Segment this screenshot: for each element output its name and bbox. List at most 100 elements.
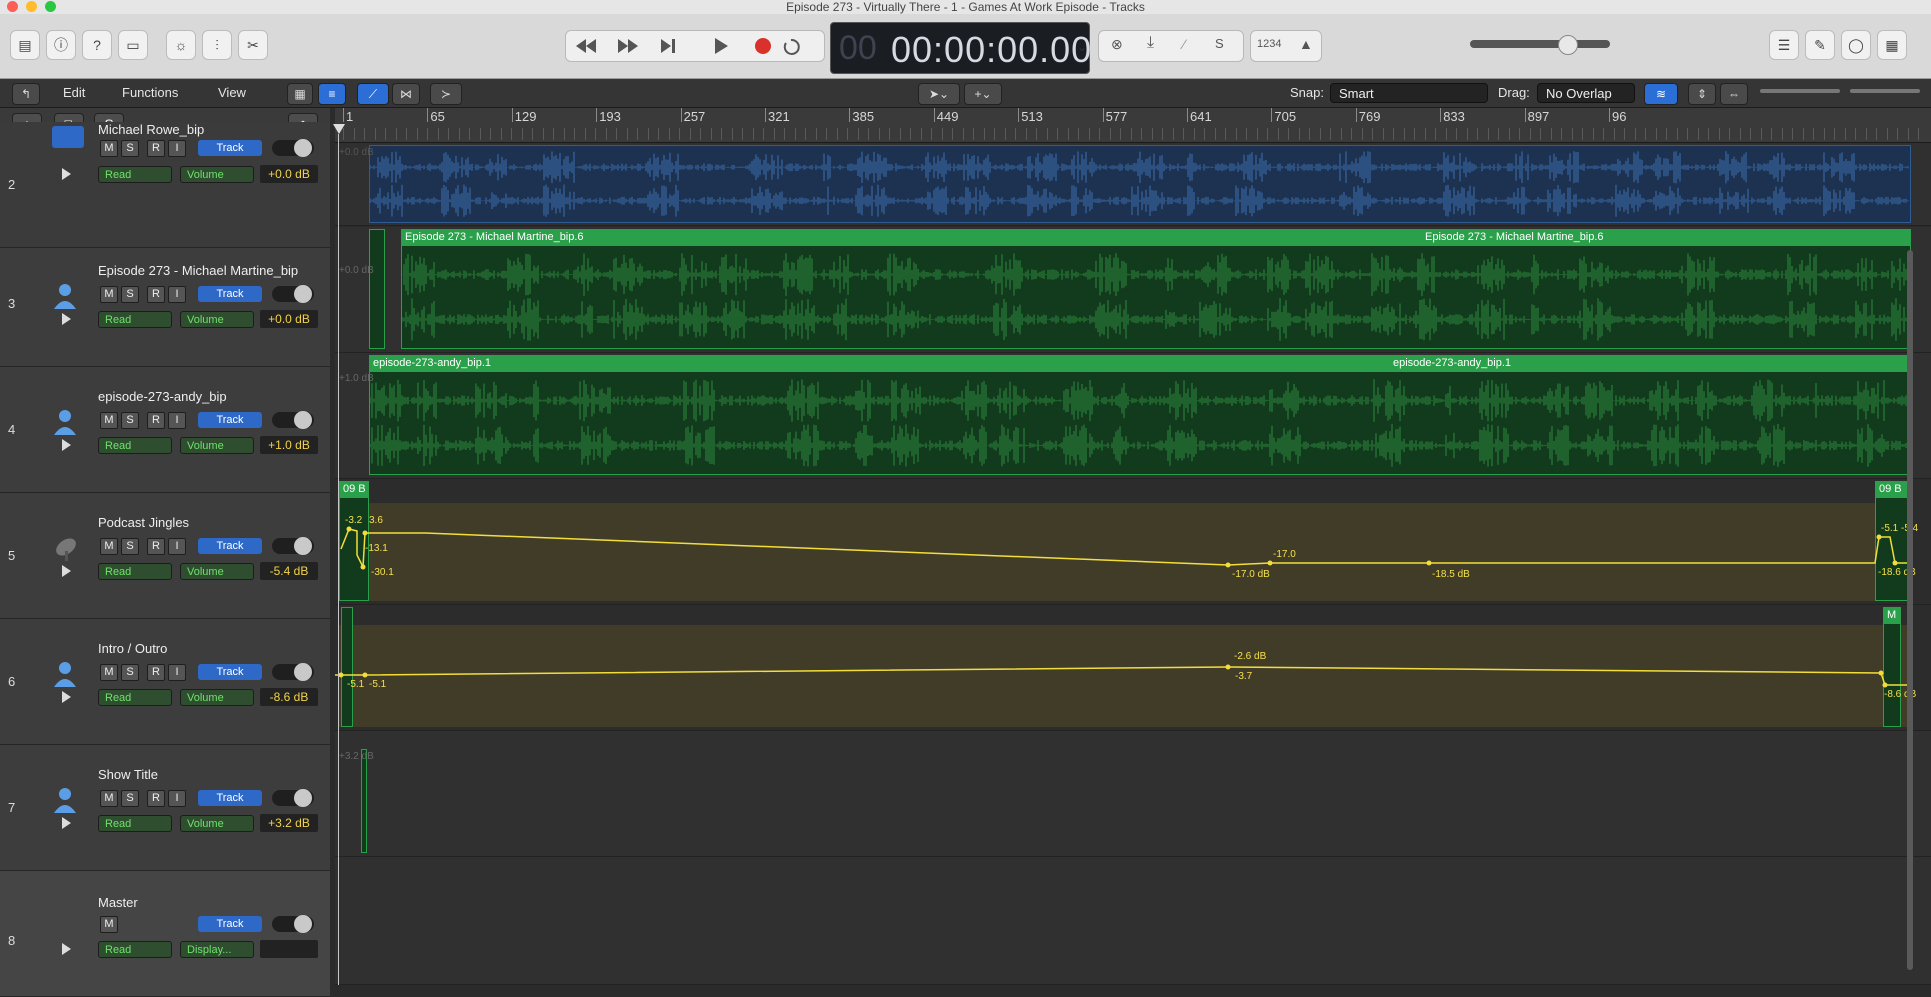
tracks-area[interactable]: +0.0 dB Episode 273 - Michael Martine_bi… (335, 143, 1931, 985)
lane-track-3[interactable]: Episode 273 - Michael Martine_bip.6 Epis… (335, 227, 1931, 353)
gain-value[interactable]: +1.0 dB (260, 436, 318, 454)
lane-master[interactable] (335, 857, 1931, 985)
browsers-button[interactable]: ▦ (1877, 30, 1907, 60)
track-name[interactable]: Intro / Outro (98, 641, 167, 656)
automation-mode-select[interactable]: Read (98, 815, 172, 832)
autopunch-icon[interactable]: ⤓ (1147, 34, 1154, 52)
play-icon[interactable] (62, 168, 71, 180)
automation-parameter-select[interactable]: Volume (180, 437, 254, 454)
inspector-button[interactable]: ⓘ (46, 30, 76, 60)
input-monitor-button[interactable]: I (168, 412, 186, 429)
gain-value[interactable] (260, 940, 318, 958)
track-name[interactable]: Master (98, 895, 138, 910)
lane-track-6[interactable]: M -5.1 -5.1 -2.6 dB -3.7 -8.6 dB (335, 605, 1931, 731)
note-pad-button[interactable]: ✎ (1805, 30, 1835, 60)
automation-parameter-select[interactable]: Volume (180, 166, 254, 183)
track-header-master[interactable]: 8 Master M Track Read Display... (0, 871, 330, 997)
track-header-5[interactable]: 5 Podcast Jingles M S R I Track Read Vol… (0, 493, 330, 619)
vertical-zoom-slider[interactable] (1760, 89, 1840, 93)
track-on-toggle[interactable] (272, 538, 314, 554)
functions-menu[interactable]: Functions (122, 85, 178, 100)
track-name[interactable]: Show Title (98, 767, 158, 782)
record-enable-button[interactable]: R (147, 664, 165, 681)
count-in-button[interactable]: 1234 (1257, 38, 1281, 50)
show-title-region[interactable] (361, 749, 367, 853)
go-to-end-button[interactable] (645, 30, 687, 60)
horizontal-fit-button[interactable]: ⇔ (1720, 83, 1748, 105)
automation-mode-select[interactable]: Read (98, 437, 172, 454)
mute-button[interactable]: M (100, 538, 118, 555)
automation-mode-select[interactable]: Read (98, 689, 172, 706)
back-button[interactable]: ↰ (12, 83, 40, 105)
lcd-mode-chevron-icon[interactable]: ⌄ (1077, 40, 1087, 54)
gain-value[interactable]: +3.2 dB (260, 814, 318, 832)
waveform-zoom-button[interactable]: ≋ (1644, 83, 1678, 105)
play-button[interactable] (695, 30, 737, 60)
play-icon[interactable] (62, 817, 71, 829)
loop-browser-button[interactable]: ◯ (1841, 30, 1871, 60)
track-on-toggle[interactable] (272, 916, 314, 932)
play-icon[interactable] (62, 439, 71, 451)
editors-button[interactable]: ✂ (238, 30, 268, 60)
record-button[interactable] (740, 30, 782, 60)
solo-button[interactable]: S (121, 664, 139, 681)
track-button[interactable]: Track (198, 916, 262, 932)
tuning-icon[interactable]: ⁄ (1183, 36, 1185, 52)
lane-track-7[interactable]: +3.2 dB (335, 731, 1931, 857)
record-enable-button[interactable]: R (147, 538, 165, 555)
play-icon[interactable] (62, 313, 71, 325)
track-on-toggle[interactable] (272, 664, 314, 680)
gain-value[interactable]: -5.4 dB (260, 562, 318, 580)
input-monitor-button[interactable]: I (168, 790, 186, 807)
solo-button[interactable]: S (121, 790, 139, 807)
gain-value[interactable]: +0.0 dB (260, 165, 318, 183)
track-on-toggle[interactable] (272, 790, 314, 806)
lane-track-4[interactable]: episode-273-andy_bip.1 episode-273-andy_… (335, 353, 1931, 479)
snap-select[interactable]: Smart (1330, 83, 1488, 103)
mute-button[interactable]: M (100, 790, 118, 807)
playhead-handle[interactable] (333, 124, 345, 134)
record-enable-button[interactable]: R (147, 790, 165, 807)
list-editors-button[interactable]: ☰ (1769, 30, 1799, 60)
track-header-6[interactable]: 6 Intro / Outro M S R I Track Read Volum… (0, 619, 330, 745)
track-name[interactable]: episode-273-andy_bip (98, 389, 227, 404)
solo-button[interactable]: S (121, 286, 139, 303)
volume-automation-line[interactable] (335, 479, 1931, 605)
track-button[interactable]: Track (198, 412, 262, 428)
cycle-button[interactable] (782, 30, 822, 60)
input-monitor-button[interactable]: I (168, 538, 186, 555)
region-body[interactable] (369, 371, 1911, 475)
solo-button[interactable]: S (121, 140, 139, 157)
mute-button[interactable]: M (100, 412, 118, 429)
gain-value[interactable]: -8.6 dB (260, 688, 318, 706)
edit-menu[interactable]: Edit (63, 85, 85, 100)
audio-region-small[interactable] (369, 229, 385, 349)
play-icon[interactable] (62, 691, 71, 703)
automation-parameter-select[interactable]: Volume (180, 689, 254, 706)
lane-track-5[interactable]: 09 B 09 B -3.2 3.6 -13.1 -30.1 -17.0 dB … (335, 479, 1931, 605)
automation-parameter-select[interactable]: Volume (180, 563, 254, 580)
automation-mode-select[interactable]: Read (98, 166, 172, 183)
lcd-display[interactable]: 00 00:00:00.00 (830, 22, 1090, 74)
track-header-3[interactable]: 3 Episode 273 - Michael Martine_bip M S … (0, 241, 330, 367)
record-enable-button[interactable]: R (147, 412, 165, 429)
smart-controls-button[interactable]: ☼ (166, 30, 196, 60)
mixer-button[interactable]: ⫶ (202, 30, 232, 60)
solo-button[interactable]: S (121, 412, 139, 429)
automation-parameter-select[interactable]: Volume (180, 311, 254, 328)
automation-mode-select[interactable]: Read (98, 563, 172, 580)
library-button[interactable]: ▤ (10, 30, 40, 60)
fast-forward-button[interactable] (605, 30, 645, 60)
vertical-fit-button[interactable]: ⇕ (1688, 83, 1716, 105)
track-header-7[interactable]: 7 Show Title M S R I Track Read Volume +… (0, 745, 330, 871)
region-header[interactable]: Episode 273 - Michael Martine_bip.6 Epis… (401, 229, 1911, 245)
automation-button[interactable]: ⟋ (357, 83, 389, 105)
automation-parameter-select[interactable]: Volume (180, 815, 254, 832)
pointer-tool-menu[interactable]: ➤⌄ (918, 83, 960, 105)
solo-mode-icon[interactable]: S (1215, 36, 1224, 51)
play-icon[interactable] (62, 565, 71, 577)
track-name[interactable]: Michael Rowe_bip (98, 122, 204, 137)
input-monitor-button[interactable]: I (168, 664, 186, 681)
region-body[interactable] (401, 245, 1911, 349)
bar-ruler[interactable]: 1651291932573213854495135776417057698338… (335, 108, 1931, 143)
